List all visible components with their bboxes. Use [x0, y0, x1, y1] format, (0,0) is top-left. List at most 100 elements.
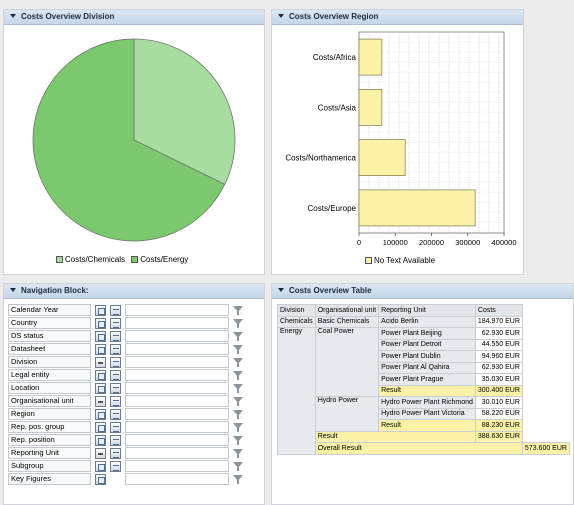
nav-filter-field[interactable]	[125, 369, 229, 381]
cell-org-unit[interactable]: Basic Chemicals	[314, 315, 380, 328]
header-reporting-unit[interactable]: Reporting Unit	[378, 304, 476, 317]
swap-axis-icon[interactable]	[110, 330, 121, 342]
bar-category-label: Costs/Africa	[313, 53, 357, 62]
drilldown-icon[interactable]	[95, 317, 106, 329]
nav-filter-field[interactable]	[125, 330, 229, 342]
nav-filter-field[interactable]	[125, 382, 229, 394]
cell-result-label: Result	[378, 384, 476, 397]
drilldown-icon[interactable]	[95, 473, 106, 485]
filter-icon[interactable]	[233, 448, 243, 458]
swap-axis-icon[interactable]	[110, 317, 121, 329]
collapse-triangle-icon[interactable]	[10, 288, 16, 292]
header-org-unit[interactable]: Organisational unit	[314, 304, 380, 317]
nav-label: Calendar Year	[8, 304, 91, 316]
nav-filter-field[interactable]	[125, 343, 229, 355]
drilldown-icon[interactable]	[95, 395, 106, 407]
cell-reporting-unit[interactable]: Hydro Power Plant Richmond	[378, 396, 476, 409]
cell-reporting-unit[interactable]: Power Plant Al Qahira	[378, 361, 476, 374]
bar-costs-europe[interactable]	[358, 189, 476, 227]
filter-icon[interactable]	[233, 305, 243, 315]
nav-filter-field[interactable]	[125, 356, 229, 368]
cell-reporting-unit[interactable]: Power Plant Detroit	[378, 338, 476, 351]
bar-costs-asia[interactable]	[358, 89, 383, 126]
header-costs[interactable]: Costs	[474, 304, 523, 317]
drilldown-icon[interactable]	[95, 460, 106, 472]
nav-filter-field[interactable]	[125, 408, 229, 420]
filter-icon[interactable]	[233, 344, 243, 354]
nav-row: Organisational unit	[8, 395, 261, 407]
table-panel-header[interactable]: Costs Overview Table	[272, 284, 573, 299]
bar-costs-africa[interactable]	[358, 38, 383, 76]
region-panel-header[interactable]: Costs Overview Region	[272, 10, 523, 25]
navigation-panel-header[interactable]: Navigation Block:	[4, 284, 264, 299]
cell-division[interactable]: Chemicals	[277, 315, 316, 328]
cell-reporting-unit[interactable]: Power Plant Beijing	[378, 327, 476, 340]
cell-costs: 58.220 EUR	[474, 407, 523, 420]
x-tick-label: 100000	[383, 238, 408, 247]
collapse-triangle-icon[interactable]	[10, 14, 16, 18]
region-panel-title: Costs Overview Region	[289, 12, 379, 21]
nav-row: Calendar Year	[8, 304, 261, 316]
swap-axis-icon[interactable]	[110, 356, 121, 368]
drilldown-icon[interactable]	[95, 304, 106, 316]
filter-icon[interactable]	[233, 383, 243, 393]
swap-axis-icon[interactable]	[110, 369, 121, 381]
filter-icon[interactable]	[233, 370, 243, 380]
drilldown-icon[interactable]	[95, 421, 106, 433]
nav-label: Region	[8, 408, 91, 420]
collapse-triangle-icon[interactable]	[278, 288, 284, 292]
costs-table: Division Organisational unit Reporting U…	[277, 304, 570, 455]
nav-filter-field[interactable]	[125, 460, 229, 472]
filter-icon[interactable]	[233, 422, 243, 432]
drilldown-icon[interactable]	[95, 408, 106, 420]
cell-reporting-unit[interactable]: Power Plant Dublin	[378, 350, 476, 363]
swap-axis-icon[interactable]	[110, 447, 121, 459]
nav-filter-field[interactable]	[125, 447, 229, 459]
division-panel-header[interactable]: Costs Overview Division	[4, 10, 264, 25]
drilldown-icon[interactable]	[95, 330, 106, 342]
drilldown-icon[interactable]	[95, 356, 106, 368]
cell-division[interactable]: Energy	[277, 327, 316, 455]
filter-icon[interactable]	[233, 474, 243, 484]
cell-reporting-unit[interactable]: Acido Berlin	[378, 315, 476, 328]
nav-row: Datasheet	[8, 343, 261, 355]
drilldown-icon[interactable]	[95, 434, 106, 446]
swap-axis-icon[interactable]	[110, 343, 121, 355]
nav-filter-field[interactable]	[125, 421, 229, 433]
cell-reporting-unit[interactable]: Power Plant Prague	[378, 373, 476, 386]
filter-icon[interactable]	[233, 461, 243, 471]
filter-icon[interactable]	[233, 318, 243, 328]
filter-icon[interactable]	[233, 357, 243, 367]
navigation-panel: Navigation Block: Calendar Year Country DS…	[3, 283, 265, 505]
swap-axis-icon[interactable]	[110, 395, 121, 407]
nav-label: Rep. position	[8, 434, 91, 446]
swap-axis-icon[interactable]	[110, 304, 121, 316]
swap-axis-icon[interactable]	[110, 460, 121, 472]
swap-axis-icon[interactable]	[110, 382, 121, 394]
drilldown-icon[interactable]	[95, 382, 106, 394]
filter-icon[interactable]	[233, 396, 243, 406]
swap-axis-icon[interactable]	[110, 408, 121, 420]
nav-filter-field[interactable]	[125, 304, 229, 316]
cell-reporting-unit[interactable]: Hydro Power Plant Victoria	[378, 407, 476, 420]
nav-filter-field[interactable]	[125, 395, 229, 407]
filter-icon[interactable]	[233, 435, 243, 445]
drilldown-icon[interactable]	[95, 369, 106, 381]
cell-result-label: Result	[378, 419, 476, 432]
cell-org-unit[interactable]: Coal Power	[314, 327, 380, 397]
nav-filter-field[interactable]	[125, 317, 229, 329]
collapse-triangle-icon[interactable]	[278, 14, 284, 18]
nav-filter-field[interactable]	[125, 473, 229, 485]
header-division[interactable]: Division	[277, 304, 316, 317]
cell-org-unit[interactable]: Hydro Power	[314, 396, 380, 432]
nav-row: DS status	[8, 330, 261, 342]
drilldown-icon[interactable]	[95, 343, 106, 355]
cell-result-costs: 388.630 EUR	[474, 430, 523, 443]
drilldown-icon[interactable]	[95, 447, 106, 459]
swap-axis-icon[interactable]	[110, 434, 121, 446]
filter-icon[interactable]	[233, 331, 243, 341]
nav-filter-field[interactable]	[125, 434, 229, 446]
bar-costs-northamerica[interactable]	[358, 139, 406, 176]
swap-axis-icon[interactable]	[110, 421, 121, 433]
filter-icon[interactable]	[233, 409, 243, 419]
